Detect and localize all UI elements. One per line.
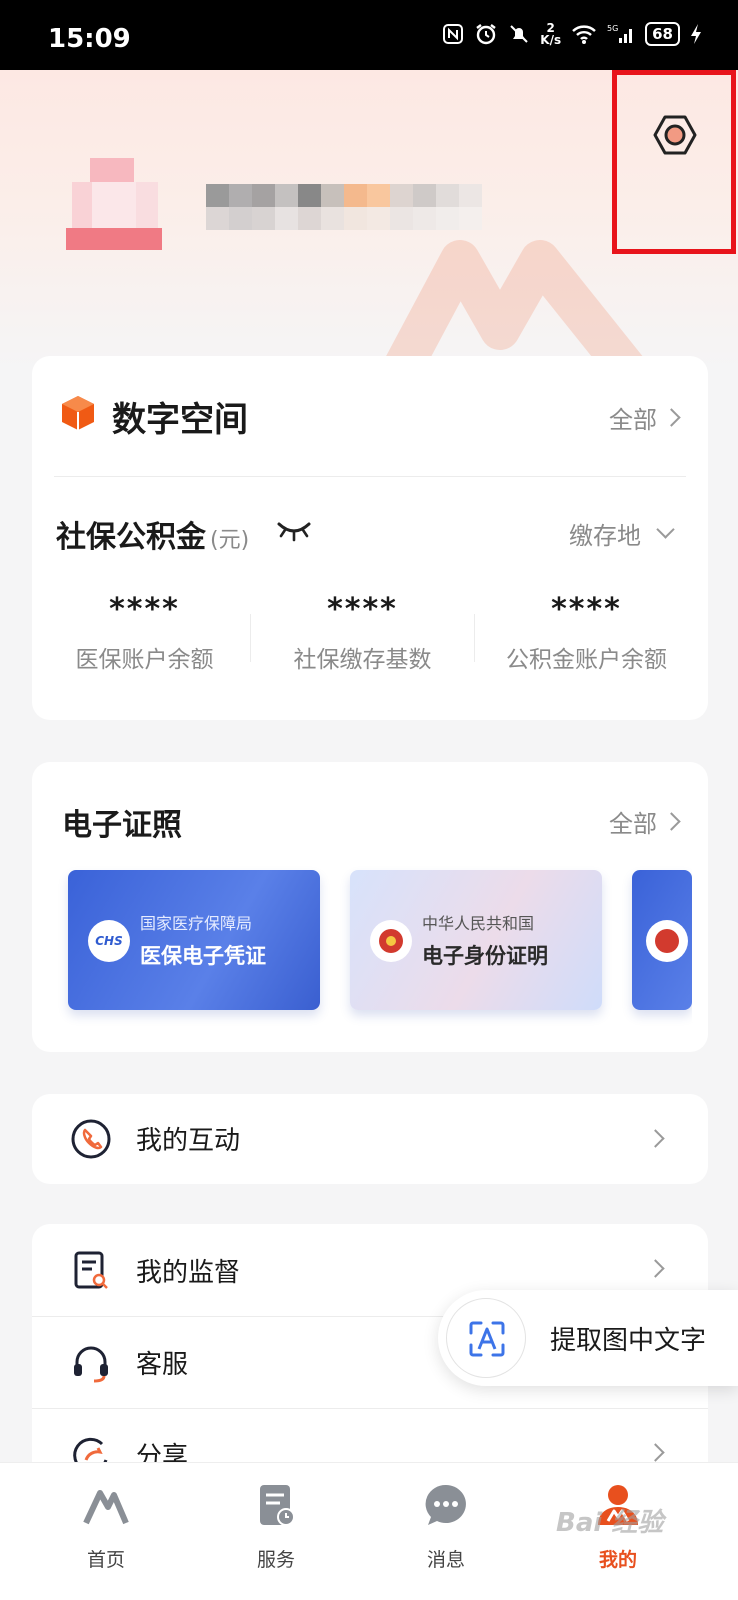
license-name: 电子身份证明 xyxy=(422,944,548,968)
license-issuer: 国家医疗保障局 xyxy=(140,914,253,933)
network-speed-unit: K/s xyxy=(540,33,562,47)
license-name: 医保电子凭证 xyxy=(140,944,266,968)
card-fade xyxy=(692,862,708,1022)
charging-icon xyxy=(691,24,701,44)
battery-indicator: 68 xyxy=(645,22,680,46)
extract-text-button[interactable]: 提取图中文字 xyxy=(438,1290,738,1386)
extract-text-label: 提取图中文字 xyxy=(550,1326,707,1356)
eye-closed-icon[interactable] xyxy=(276,516,312,542)
avatar-image xyxy=(66,158,162,250)
wifi-icon xyxy=(572,25,596,44)
stat-label: 社保缴存基数 xyxy=(293,647,432,673)
menu-item-label: 客服 xyxy=(136,1350,189,1380)
tab-label: 首页 xyxy=(86,1549,125,1571)
license-issuer: 中华人民共和国 xyxy=(422,914,535,933)
svg-text:CHS: CHS xyxy=(95,934,123,948)
network-speed: 2 K/s xyxy=(540,22,561,46)
divider xyxy=(54,476,686,477)
tab-home[interactable]: 首页 xyxy=(46,1481,166,1572)
housing-fund-balance[interactable]: **** 公积金账户余额 xyxy=(474,592,699,674)
national-emblem-icon xyxy=(370,920,412,962)
social-security-title-row: 社保公积金 (元) xyxy=(56,512,249,556)
chevron-right-icon xyxy=(646,1259,665,1278)
service-document-icon xyxy=(260,1485,295,1526)
tab-services[interactable]: 服务 xyxy=(216,1481,336,1572)
medical-insurance-card[interactable]: CHS 国家医疗保障局 医保电子凭证 xyxy=(68,870,320,1010)
message-bubble-icon xyxy=(425,1484,466,1525)
more-link-label: 全部 xyxy=(609,406,657,434)
alarm-icon xyxy=(476,24,497,45)
settings-hexagon-icon[interactable] xyxy=(653,113,697,157)
digital-space-title: 数字空间 xyxy=(112,400,248,440)
digital-space-card: 数字空间 全部 社保公积金 (元) 缴存地 **** 医保账户余额 **** 社… xyxy=(32,356,708,720)
tab-label: 服务 xyxy=(256,1549,295,1571)
tab-messages[interactable]: 消息 xyxy=(386,1481,506,1572)
phone-chat-icon xyxy=(71,1119,111,1159)
medical-insurance-balance[interactable]: **** 医保账户余额 xyxy=(32,592,257,674)
text-scan-icon xyxy=(469,1321,505,1357)
licenses-title: 电子证照 xyxy=(62,808,182,843)
interaction-card[interactable]: 我的互动 xyxy=(32,1094,708,1184)
stat-label: 医保账户余额 xyxy=(75,647,214,673)
menu-item-label: 我的监督 xyxy=(136,1258,241,1288)
license-card-partial[interactable] xyxy=(632,870,692,1010)
digital-space-more-link[interactable]: 全部 xyxy=(609,400,681,435)
stat-value: **** xyxy=(551,592,622,627)
emblem-icon xyxy=(646,920,688,962)
stat-label: 公积金账户余额 xyxy=(506,647,667,673)
stat-value: **** xyxy=(109,592,180,627)
region-label: 缴存地 xyxy=(569,522,641,550)
tab-label: 我的 xyxy=(598,1549,637,1571)
settings-highlight-box xyxy=(612,70,736,254)
currency-unit: (元) xyxy=(210,528,250,553)
user-name-blurred xyxy=(206,184,482,230)
licenses-card: 电子证照 全部 CHS 国家医疗保障局 医保电子凭证 中华人民共和国 电子身份证… xyxy=(32,762,708,1052)
stat-value: **** xyxy=(327,592,398,627)
cube-icon xyxy=(62,396,94,430)
chevron-right-icon xyxy=(662,408,681,427)
social-security-title: 社保公积金 xyxy=(56,520,206,555)
home-logo-icon xyxy=(83,1490,129,1525)
baidu-watermark: Bai 经验 xyxy=(556,1508,664,1538)
svg-text:5G: 5G xyxy=(607,24,618,33)
headset-icon xyxy=(74,1346,108,1383)
mute-bell-icon xyxy=(510,25,529,43)
tab-label: 消息 xyxy=(426,1549,465,1571)
more-link-label: 全部 xyxy=(609,810,657,838)
nfc-icon xyxy=(443,24,464,44)
id-proof-card[interactable]: 中华人民共和国 电子身份证明 xyxy=(350,870,602,1010)
status-time: 15:09 xyxy=(48,24,131,54)
chevron-right-icon xyxy=(646,1129,665,1148)
chevron-right-icon xyxy=(662,812,681,831)
social-security-base[interactable]: **** 社保缴存基数 xyxy=(250,592,475,674)
licenses-more-link[interactable]: 全部 xyxy=(609,804,681,839)
interaction-label: 我的互动 xyxy=(136,1126,241,1156)
ocr-icon-wrap xyxy=(446,1298,526,1378)
document-search-icon xyxy=(74,1251,108,1289)
chevron-right-icon xyxy=(646,1443,665,1462)
status-icons: 2 K/s 5G 68 xyxy=(442,22,702,46)
cellular-signal-icon: 5G xyxy=(607,24,633,43)
chs-emblem-icon: CHS xyxy=(88,920,130,962)
region-selector[interactable]: 缴存地 xyxy=(569,516,678,551)
status-bar: 15:09 2 K/s 5G 68 xyxy=(0,0,738,70)
avatar[interactable] xyxy=(66,148,162,258)
chevron-down-icon xyxy=(656,520,675,539)
